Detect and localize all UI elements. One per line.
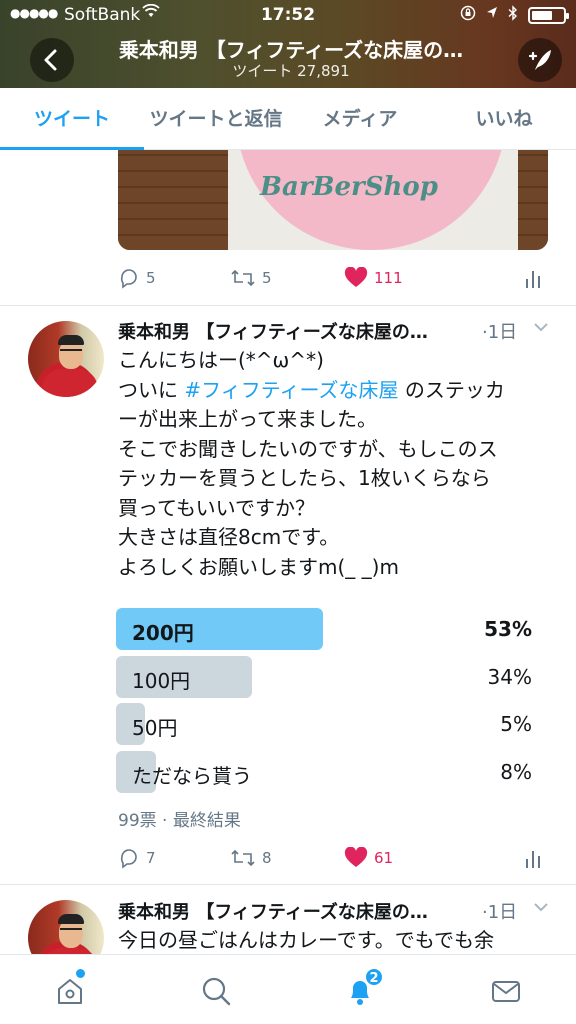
avatar-shirt bbox=[42, 369, 98, 397]
poll-vote-summary: 99票 · 最終結果 bbox=[118, 811, 241, 831]
like-count: 61 bbox=[374, 849, 394, 867]
tweet-divider bbox=[0, 305, 576, 306]
reply-button[interactable]: 5 bbox=[118, 267, 156, 289]
tab-likes[interactable]: いいね bbox=[432, 88, 576, 149]
heart-icon bbox=[344, 267, 368, 287]
poll-option-percent: 5% bbox=[500, 712, 532, 736]
bottom-tab-bar: 2 bbox=[0, 954, 576, 1024]
battery-icon bbox=[528, 6, 569, 24]
retweet-button[interactable]: 5 bbox=[230, 267, 272, 289]
tweet-menu-button[interactable] bbox=[532, 898, 550, 920]
avatar-face bbox=[59, 341, 83, 369]
poll-option: ただなら貰う 8% bbox=[116, 751, 548, 793]
avatar-face bbox=[59, 920, 83, 948]
chevron-down-icon bbox=[534, 903, 548, 912]
tweet-timestamp[interactable]: ·1日 bbox=[482, 898, 517, 924]
tab-media[interactable]: メディア bbox=[288, 88, 432, 149]
analytics-icon bbox=[526, 271, 540, 288]
home-tab[interactable] bbox=[52, 969, 92, 1009]
tweet-actions: 7 8 61 bbox=[118, 843, 548, 873]
header-tweet-count: ツイート 27,891 bbox=[232, 62, 350, 80]
poll-option: 200円 53% bbox=[116, 608, 548, 650]
tab-tweets[interactable]: ツイート bbox=[0, 88, 144, 150]
home-icon bbox=[58, 979, 82, 1004]
like-count: 111 bbox=[374, 269, 403, 287]
tweet-text-fragment: ついに bbox=[118, 377, 185, 402]
chevron-down-icon bbox=[534, 323, 548, 332]
tweet-line: こんにちはー(*^ω^*) bbox=[118, 348, 324, 372]
poll-option: 100円 34% bbox=[116, 656, 548, 698]
heart-icon bbox=[344, 847, 368, 867]
reply-button[interactable]: 7 bbox=[118, 847, 156, 869]
poll-option: 50円 5% bbox=[116, 703, 548, 745]
reply-count: 5 bbox=[146, 269, 156, 287]
poll-option-label: 100円 bbox=[132, 669, 191, 693]
avatar[interactable] bbox=[28, 321, 104, 397]
tweet-menu-button[interactable] bbox=[532, 318, 550, 340]
notifications-tab[interactable]: 2 bbox=[342, 967, 384, 1009]
barbershop-logo: BarBerShop bbox=[260, 172, 438, 202]
tweet-divider bbox=[0, 884, 576, 885]
messages-tab[interactable] bbox=[488, 973, 528, 1009]
analytics-button[interactable] bbox=[524, 267, 542, 289]
like-button[interactable]: 111 bbox=[344, 267, 403, 289]
reply-icon bbox=[120, 269, 137, 289]
location-icon bbox=[486, 6, 498, 24]
retweet-count: 5 bbox=[262, 269, 272, 287]
like-button[interactable]: 61 bbox=[344, 847, 393, 869]
tweet-timestamp[interactable]: ·1日 bbox=[482, 318, 517, 344]
tweet-line: よろしくお願いしますm(_ _)m bbox=[118, 554, 399, 579]
tab-tweets-and-replies[interactable]: ツイートと返信 bbox=[144, 88, 288, 149]
mail-icon bbox=[492, 981, 520, 1002]
tweet-text: こんにちはー(*^ω^*) ついに #フィフティーズな床屋 のステッカ ーが出来… bbox=[118, 346, 548, 582]
retweet-icon bbox=[231, 849, 255, 867]
tweet-text-fragment: のステッカ bbox=[398, 377, 505, 402]
author-name[interactable]: 乗本和男 【フィフティーズな床屋の… bbox=[118, 318, 428, 344]
avatar-hair bbox=[58, 335, 84, 345]
retweet-icon bbox=[231, 269, 255, 287]
profile-tabs: ツイート ツイートと返信 メディア いいね bbox=[0, 88, 576, 150]
status-bar: ●●●●● SoftBank 17:52 bbox=[0, 0, 576, 28]
compose-quill-icon bbox=[528, 50, 551, 70]
tweet-line: ーが出来上がって来ました。 bbox=[118, 407, 377, 431]
poll-option-percent: 53% bbox=[484, 617, 532, 641]
orientation-lock-icon bbox=[460, 5, 476, 25]
search-icon bbox=[202, 977, 231, 1006]
retweet-count: 8 bbox=[262, 849, 272, 867]
tweet-line: 買ってもいいですか？ bbox=[118, 495, 315, 520]
analytics-icon bbox=[526, 851, 540, 868]
compose-tweet-button[interactable] bbox=[518, 38, 562, 82]
tweet-line: 今日の昼ごはんはカレーです。でもでも余 bbox=[118, 928, 494, 952]
avatar-glasses bbox=[60, 349, 82, 354]
reply-count: 7 bbox=[146, 849, 156, 867]
header-title: 乗本和男 【フィフティーズな床屋の… bbox=[118, 38, 464, 62]
notifications-badge: 2 bbox=[364, 967, 384, 987]
tweet-actions: 5 5 111 bbox=[118, 263, 548, 293]
author-name[interactable]: 乗本和男 【フィフティーズな床屋の… bbox=[118, 898, 428, 924]
tweet-line: そこでお聞きしたいのですが、もしこのス bbox=[118, 436, 498, 461]
poll-option-percent: 8% bbox=[500, 760, 532, 784]
new-tweets-indicator bbox=[76, 969, 85, 978]
poll-option-label: 200円 bbox=[132, 621, 194, 645]
retweet-button[interactable]: 8 bbox=[230, 847, 272, 869]
chevron-left-icon bbox=[44, 49, 57, 71]
poll-option-label: 50円 bbox=[132, 716, 178, 740]
avatar-glasses bbox=[60, 928, 82, 933]
tweet-line: 大きさは直径8cmです。 bbox=[118, 525, 340, 549]
reply-icon bbox=[120, 849, 137, 869]
poll-option-percent: 34% bbox=[487, 665, 532, 689]
tweet-line: ついに #フィフティーズな床屋 のステッカ bbox=[118, 376, 548, 406]
bluetooth-icon bbox=[508, 5, 518, 25]
analytics-button[interactable] bbox=[524, 847, 542, 869]
avatar-hair bbox=[58, 914, 84, 924]
search-tab[interactable] bbox=[198, 973, 238, 1009]
tweet-header: 乗本和男 【フィフティーズな床屋の… ·1日 bbox=[118, 318, 558, 346]
tweet-text: 今日の昼ごはんはカレーです。でもでも余 bbox=[118, 926, 548, 956]
tweet-line: テッカーを買うとしたら、1枚いくらなら bbox=[118, 466, 491, 490]
poll-option-label: ただなら貰う bbox=[132, 764, 252, 788]
back-button[interactable] bbox=[30, 38, 74, 82]
tweet-media-image[interactable]: BarBerShop bbox=[118, 150, 548, 250]
hashtag-link[interactable]: #フィフティーズな床屋 bbox=[184, 378, 398, 402]
tweet-header: 乗本和男 【フィフティーズな床屋の… ·1日 bbox=[118, 898, 558, 926]
